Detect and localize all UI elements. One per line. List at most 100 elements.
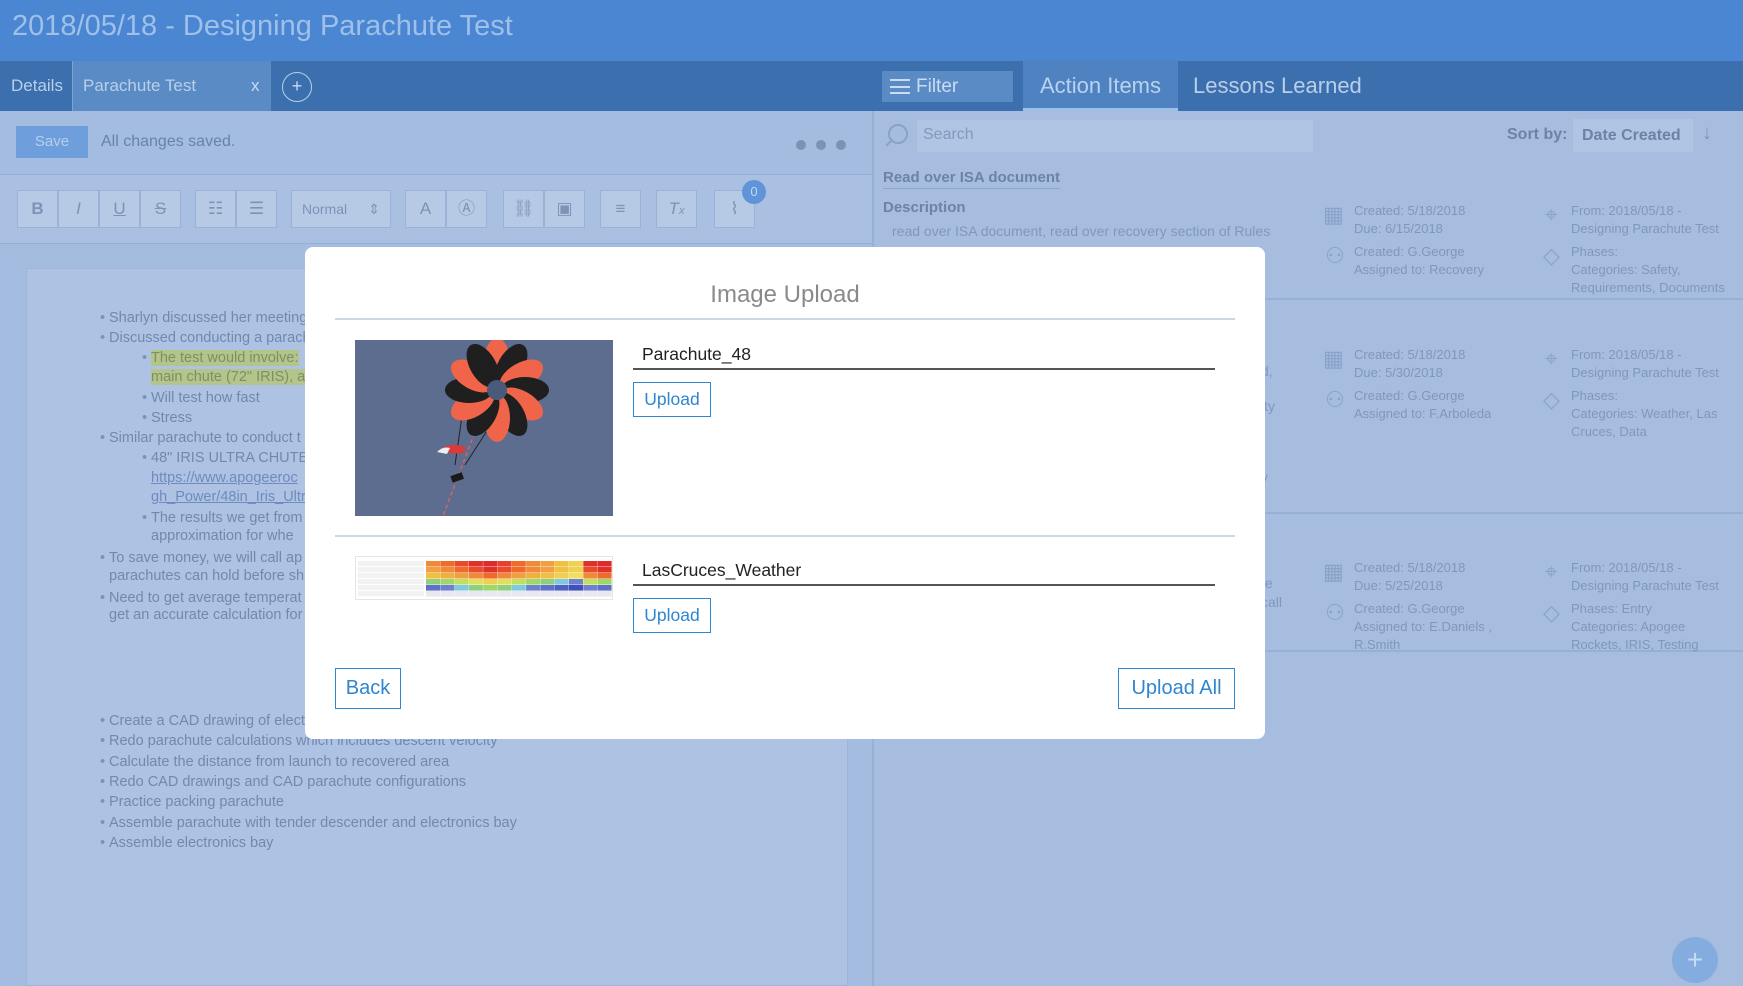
ordered-list-icon[interactable]: ☷ bbox=[195, 190, 236, 228]
categories: Rockets, IRIS, Testing bbox=[1571, 637, 1699, 652]
location-icon: ⌖ bbox=[1545, 202, 1558, 227]
editor-line: https://www.apogeeroc bbox=[151, 470, 298, 486]
align-icon[interactable]: ≡ bbox=[600, 190, 641, 228]
calendar-icon: ▦ bbox=[1323, 346, 1344, 371]
assigned-to: Assigned to: F.Arboleda bbox=[1354, 406, 1492, 421]
user-icon: ⚇ bbox=[1325, 600, 1345, 625]
action-item-description: read over ISA document, read over recove… bbox=[892, 223, 1271, 239]
tab-parachute-test[interactable]: Parachute Test bbox=[73, 61, 271, 111]
created-by: Created: G.George bbox=[1354, 601, 1465, 616]
from-label: From: 2018/05/18 - bbox=[1571, 203, 1682, 218]
editor-line: Discussed conducting a parach bbox=[100, 330, 310, 346]
format-select-value: Normal bbox=[302, 201, 348, 217]
created-date: Created: 5/18/2018 bbox=[1354, 203, 1466, 218]
parachute-image-thumbnail bbox=[355, 340, 613, 516]
upload-all-button[interactable]: Upload All bbox=[1118, 668, 1235, 709]
menu-icon bbox=[890, 79, 910, 94]
back-button[interactable]: Back bbox=[335, 668, 401, 709]
sort-select[interactable]: Date Created bbox=[1573, 119, 1693, 152]
editor-line: Practice packing parachute bbox=[100, 794, 284, 810]
due-date: Due: 5/30/2018 bbox=[1354, 365, 1443, 380]
user-icon: ⚇ bbox=[1325, 387, 1345, 412]
upload-button[interactable]: Upload bbox=[633, 382, 711, 417]
sort-label: Sort by: bbox=[1507, 126, 1568, 143]
editor-line: main chute (72" IRIS), at bbox=[151, 369, 310, 385]
attachment-count-badge: 0 bbox=[742, 180, 766, 204]
editor-line: Need to get average temperat bbox=[100, 590, 302, 606]
assigned-to: Assigned to: E.Daniels , bbox=[1354, 619, 1493, 634]
image-name-input[interactable] bbox=[633, 340, 1215, 370]
more-dot-icon[interactable] bbox=[816, 140, 826, 150]
bold-button[interactable]: B bbox=[17, 190, 58, 228]
add-tab-button[interactable]: + bbox=[282, 72, 312, 102]
location-icon: ⌖ bbox=[1545, 559, 1558, 584]
format-select[interactable]: Normal ⇕ bbox=[291, 190, 391, 228]
tab-close-icon[interactable]: x bbox=[251, 61, 271, 111]
from-meeting: Designing Parachute Test bbox=[1571, 365, 1719, 380]
more-dot-icon[interactable] bbox=[836, 140, 846, 150]
dialog-title: Image Upload bbox=[710, 281, 860, 308]
tab-action-items[interactable]: Action Items bbox=[1023, 61, 1178, 111]
tag-icon: ◇ bbox=[1543, 387, 1560, 412]
editor-line: 48" IRIS ULTRA CHUTE: bbox=[142, 450, 312, 466]
created-date: Created: 5/18/2018 bbox=[1354, 560, 1466, 575]
editor-line: To save money, we will call ap bbox=[100, 550, 302, 566]
add-action-item-button[interactable]: + bbox=[1672, 937, 1718, 983]
image-name-input[interactable] bbox=[633, 556, 1215, 586]
assigned-to: R.Smith bbox=[1354, 637, 1401, 652]
from-label: From: 2018/05/18 - bbox=[1571, 560, 1682, 575]
weather-table-thumbnail bbox=[355, 556, 613, 600]
title-divider bbox=[335, 318, 1235, 320]
background-color-icon[interactable]: Ⓐ bbox=[446, 190, 487, 228]
sort-direction-icon[interactable]: ↓ bbox=[1702, 122, 1712, 145]
created-date: Created: 5/18/2018 bbox=[1354, 347, 1466, 362]
editor-line: Calculate the distance from launch to re… bbox=[100, 754, 449, 770]
search-icon bbox=[888, 124, 908, 144]
clear-format-icon[interactable]: Tx bbox=[656, 190, 697, 228]
image-icon[interactable]: ▣ bbox=[544, 190, 585, 228]
text-color-icon[interactable]: A bbox=[405, 190, 446, 228]
created-by: Created: G.George bbox=[1354, 388, 1465, 403]
editor-line: Assemble parachute with tender descender… bbox=[100, 815, 517, 831]
strike-button[interactable]: S bbox=[140, 190, 181, 228]
categories: Categories: Apogee bbox=[1571, 619, 1686, 634]
calendar-icon: ▦ bbox=[1323, 202, 1344, 227]
select-arrows-icon: ⇕ bbox=[368, 201, 380, 217]
categories: Categories: Weather, Las bbox=[1571, 406, 1718, 421]
from-label: From: 2018/05/18 - bbox=[1571, 347, 1682, 362]
editor-line: Assemble electronics bay bbox=[100, 835, 273, 851]
editor-line: get an accurate calculation for bbox=[109, 607, 303, 623]
search-input[interactable] bbox=[917, 120, 1313, 152]
save-status: All changes saved. bbox=[101, 133, 236, 150]
action-item-title[interactable]: Read over ISA document bbox=[883, 169, 1060, 189]
more-dot-icon[interactable] bbox=[796, 140, 806, 150]
calendar-icon: ▦ bbox=[1323, 559, 1344, 584]
bullet-list-icon[interactable]: ☰ bbox=[236, 190, 277, 228]
editor-line: gh_Power/48in_Iris_Ultr bbox=[151, 489, 306, 505]
due-date: Due: 6/15/2018 bbox=[1354, 221, 1443, 236]
categories: Cruces, Data bbox=[1571, 424, 1647, 439]
underline-button[interactable]: U bbox=[99, 190, 140, 228]
row-divider bbox=[335, 535, 1235, 537]
editor-line: approximation for whe bbox=[151, 528, 294, 544]
save-button[interactable]: Save bbox=[16, 126, 88, 158]
editor-line: Stress bbox=[142, 410, 192, 426]
editor-line: Will test how fast bbox=[142, 390, 260, 406]
due-date: Due: 5/25/2018 bbox=[1354, 578, 1443, 593]
from-meeting: Designing Parachute Test bbox=[1571, 221, 1719, 236]
search-placeholder: Search bbox=[923, 126, 974, 143]
phases: Phases: bbox=[1571, 388, 1618, 403]
editor-line: parachutes can hold before sh bbox=[109, 568, 305, 584]
tag-icon: ◇ bbox=[1543, 243, 1560, 268]
app-title: 2018/05/18 - Designing Parachute Test bbox=[12, 10, 513, 42]
tab-lessons-learned[interactable]: Lessons Learned bbox=[1193, 61, 1362, 111]
assigned-to: Assigned to: Recovery bbox=[1354, 262, 1485, 277]
categories: Requirements, Documents bbox=[1571, 280, 1725, 295]
link-icon[interactable]: ⛓ bbox=[503, 190, 544, 228]
editor-line: Create a CAD drawing of elect bbox=[100, 713, 305, 729]
italic-button[interactable]: I bbox=[58, 190, 99, 228]
upload-button[interactable]: Upload bbox=[633, 598, 711, 633]
tab-details[interactable]: Details bbox=[0, 61, 73, 111]
from-meeting: Designing Parachute Test bbox=[1571, 578, 1719, 593]
editor-line: Sharlyn discussed her meeting bbox=[100, 310, 307, 326]
